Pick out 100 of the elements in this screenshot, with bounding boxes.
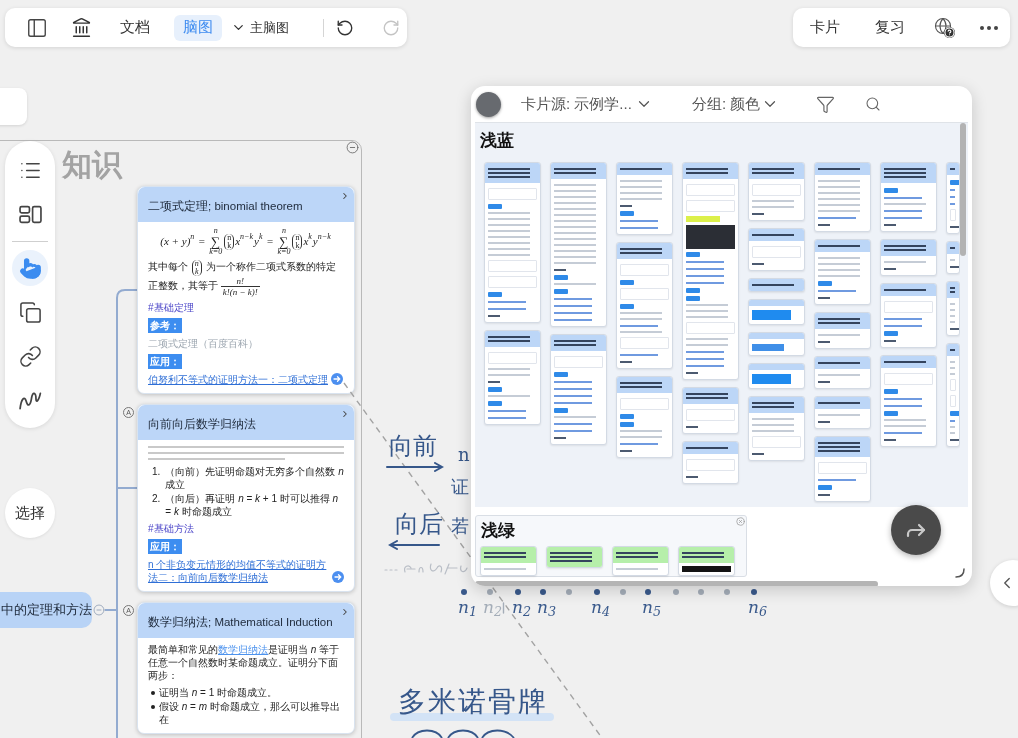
handwritten-label: n$_{1}$: [458, 598, 478, 616]
card-thumbnail-drawing[interactable]: [814, 312, 871, 349]
select-button[interactable]: 选择: [5, 488, 55, 538]
resize-handle-icon[interactable]: [955, 568, 965, 578]
card-thumbnail-drawing[interactable]: [748, 228, 805, 271]
arrow-circle-icon[interactable]: [332, 571, 344, 583]
mindmap-node[interactable]: 中的定理和方法: [0, 592, 92, 628]
section-label: 应用：: [148, 539, 182, 554]
handwritten-label: n$_{5}$: [642, 598, 662, 616]
handwritten-label: n$_{4}$: [591, 598, 611, 616]
tick-mark-icon: [502, 602, 505, 614]
section-label: 应用：: [148, 354, 182, 369]
list-number: 2.: [152, 492, 161, 505]
chevron-right-icon[interactable]: [340, 191, 350, 201]
handwritten-text: 证: [451, 478, 469, 496]
card-thumbnail-drawing[interactable]: [814, 436, 871, 502]
list-item-text: 假设 n = m 时命题成立，那么可以推导出在: [159, 700, 341, 726]
card-thumbnail-drawing[interactable]: [550, 334, 607, 445]
card-thumbnail-drawing[interactable]: [748, 363, 805, 389]
globe-help-icon: [933, 17, 955, 38]
card-thumbnail-drawing[interactable]: [748, 299, 805, 325]
card-thumbnail-drawing[interactable]: [946, 241, 960, 274]
redo-icon: [382, 18, 400, 37]
more-icon: [980, 25, 998, 30]
hand-pointer-icon: [18, 256, 42, 280]
list-number: 1.: [152, 465, 161, 478]
card-thumbnail-drawing[interactable]: [480, 546, 537, 576]
handwritten-label: n$_{6}$: [748, 598, 768, 616]
card-title: 数学归纳法; Mathematical Induction: [148, 616, 333, 628]
chevron-right-icon[interactable]: [340, 607, 350, 617]
card-link[interactable]: 伯努利不等式的证明方法一：二项式定理: [148, 373, 328, 386]
card-thumbnail-drawing[interactable]: [880, 355, 937, 447]
card-thumbnail-drawing[interactable]: [616, 162, 673, 235]
copy-icon: [18, 300, 42, 324]
card-thumbnail-drawing[interactable]: [748, 278, 805, 292]
list-item-text: 证明当 n = 1 时命题成立。: [159, 686, 278, 699]
section-label: 参考：: [148, 318, 182, 333]
card-thumbnail-drawing[interactable]: [814, 356, 871, 389]
arrow-circle-icon[interactable]: [331, 373, 343, 385]
grouping-dropdown[interactable]: 分组: 颜色: [692, 92, 780, 116]
right-arrow-icon: [386, 462, 444, 472]
scrollbar-thumb[interactable]: [475, 581, 878, 586]
card-thumbnail-drawing[interactable]: [748, 396, 805, 461]
card-thumbnail-drawing[interactable]: [880, 162, 937, 232]
handwritten-text: n: [458, 446, 470, 464]
undo-icon: [336, 18, 354, 37]
view-tab[interactable]: 文档: [111, 14, 159, 41]
handwritten-label: n$_{2}$: [512, 598, 532, 616]
card-thumbnail-drawing[interactable]: [612, 546, 669, 576]
bank-icon: [70, 17, 92, 38]
collapse-icon[interactable]: [346, 141, 359, 154]
handwritten-text: 多米诺骨牌: [398, 688, 548, 716]
source-dropdown[interactable]: 卡片源: 示例学...: [521, 92, 671, 116]
card-thumbnail-drawing[interactable]: [946, 162, 960, 234]
sidebar-icon: [26, 16, 48, 39]
card-thumbnail-drawing[interactable]: [616, 242, 673, 369]
card-thumbnail-drawing[interactable]: [748, 332, 805, 356]
group-heading: 浅绿: [481, 521, 515, 540]
handwritten-label: n$_{2}$: [483, 598, 503, 616]
list-item-text: （向后）再证明 n = k + 1 时可以推得 n = k 时命题成立: [165, 492, 340, 518]
toolbar-button[interactable]: 卡片: [802, 14, 848, 41]
card-thumbnail-drawing[interactable]: [546, 546, 603, 568]
left-arrow-icon: [388, 540, 440, 550]
card-thumbnail-drawing[interactable]: [946, 281, 960, 336]
card-link[interactable]: n 个非负变元情形的均值不等式的证明方法二：向前向后数学归纳法: [148, 558, 329, 584]
card-thumbnail-drawing[interactable]: [946, 343, 960, 447]
link-icon: [18, 344, 42, 368]
card-thumbnail-drawing[interactable]: [616, 376, 673, 458]
map-dropdown[interactable]: 主脑图: [231, 14, 289, 41]
card-thumbnail-drawing[interactable]: [814, 239, 871, 305]
hashtag-link[interactable]: #基础方法: [148, 522, 194, 535]
card-thumbnail-drawing[interactable]: [682, 387, 739, 434]
chevron-right-icon[interactable]: [340, 409, 350, 419]
share-button[interactable]: [891, 505, 941, 555]
search-icon: [865, 96, 882, 112]
card-thumbnail-drawing[interactable]: [550, 162, 607, 327]
group-heading: 浅蓝: [480, 131, 514, 150]
card-thumbnail-drawing[interactable]: [814, 162, 871, 232]
bullet-icon: [151, 691, 155, 695]
handwritten-text: 向后: [395, 512, 443, 536]
bullet-icon: [151, 705, 155, 709]
scrollbar-thumb[interactable]: [960, 123, 966, 256]
card-thumbnail-drawing[interactable]: [678, 546, 735, 576]
card-thumbnail-drawing[interactable]: [682, 162, 739, 380]
card-thumbnail-drawing[interactable]: [484, 330, 541, 425]
card-thumbnail-drawing[interactable]: [484, 162, 541, 323]
card-thumbnail-drawing[interactable]: [880, 239, 937, 276]
avatar: [476, 91, 501, 117]
card-thumbnail-drawing[interactable]: [682, 441, 739, 484]
paragraph-text: 最简单和常见的数学归纳法是证明当 n 等于任意一个自然数时某命题成立。证明分下面两步：: [148, 643, 341, 682]
card-title: 向前向后数学归纳法: [148, 418, 256, 430]
hashtag-link[interactable]: #基础定理: [148, 301, 194, 314]
canvas-title: 知识: [62, 150, 122, 180]
toolbar-button[interactable]: 复习: [867, 14, 913, 41]
handwritten-text: 若: [451, 517, 469, 535]
card-thumbnail-drawing[interactable]: [814, 396, 871, 429]
card-title: 二项式定理; binomial theorem: [148, 200, 303, 212]
filter-icon: [815, 94, 835, 114]
card-thumbnail-drawing[interactable]: [880, 283, 937, 348]
card-thumbnail-drawing[interactable]: [748, 162, 805, 221]
